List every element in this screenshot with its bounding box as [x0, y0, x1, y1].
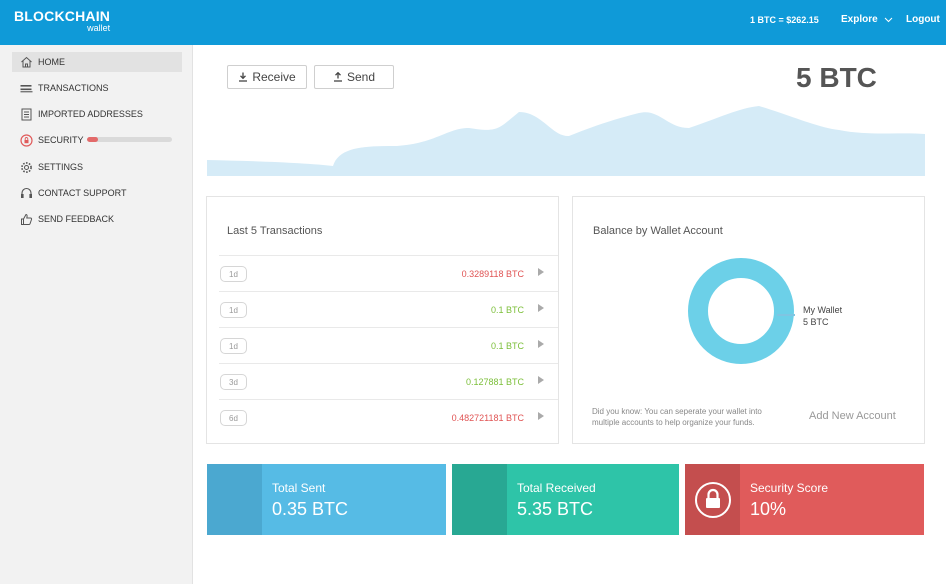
sidebar-item-send-feedback[interactable]: SEND FEEDBACK — [12, 209, 182, 229]
wallet-legend: My Wallet 5 BTC — [803, 304, 842, 328]
lock-icon — [695, 482, 731, 518]
sidebar-item-security[interactable]: SECURITY — [12, 130, 182, 150]
gear-icon — [18, 160, 34, 174]
sidebar-item-settings[interactable]: SETTINGS — [12, 157, 182, 177]
transaction-age-badge: 3d — [220, 374, 247, 390]
transactions-icon — [18, 81, 34, 95]
logo-subtext: wallet — [87, 23, 111, 33]
transaction-amount: 0.1 BTC — [490, 305, 524, 315]
receive-label: Receive — [252, 70, 296, 84]
add-new-account-link[interactable]: Add New Account — [809, 410, 896, 422]
download-icon — [239, 72, 248, 82]
play-arrow-icon[interactable] — [538, 340, 544, 348]
transaction-amount: 0.127881 BTC — [465, 377, 524, 387]
accounts-tip: Did you know: You can seperate your wall… — [592, 407, 762, 427]
logo-text: BLOCKCHAIN — [14, 8, 111, 24]
transaction-row[interactable]: 1d 0.1 BTC — [219, 291, 558, 327]
sidebar-item-transactions[interactable]: TRANSACTIONS — [12, 78, 182, 98]
sidebar-item-contact-support[interactable]: CONTACT SUPPORT — [12, 183, 182, 203]
send-label: Send — [346, 70, 376, 84]
thumbs-up-icon — [18, 212, 34, 226]
security-score-value: 10% — [750, 499, 787, 519]
total-sent-label: Total Sent — [272, 481, 326, 495]
transaction-amount: 0.3289118 BTC — [461, 269, 524, 279]
transaction-age-badge: 1d — [220, 302, 247, 318]
total-sent-tile: Total Sent 0.35 BTC — [207, 464, 446, 535]
total-sent-accent — [207, 464, 262, 535]
total-received-accent — [452, 464, 507, 535]
security-score-accent — [685, 464, 740, 535]
transaction-amount: 0.482721181 BTC — [451, 413, 524, 423]
legend-connector — [777, 314, 795, 316]
transaction-row[interactable]: 1d 0.1 BTC — [219, 327, 558, 363]
transaction-amount: 0.1 BTC — [490, 341, 524, 351]
sidebar-item-label: SEND FEEDBACK — [38, 214, 115, 224]
sidebar-item-label: IMPORTED ADDRESSES — [38, 109, 143, 119]
total-received-label: Total Received — [517, 481, 596, 495]
total-sent-value: 0.35 BTC — [272, 499, 349, 519]
btc-price: 1 BTC = $262.15 — [750, 15, 819, 25]
blockchain-logo[interactable]: BLOCKCHAIN wallet — [14, 8, 111, 34]
wallet-legend-name: My Wallet — [803, 305, 843, 315]
sidebar-item-label: HOME — [38, 57, 65, 67]
sidebar-item-label: TRANSACTIONS — [38, 83, 109, 93]
explore-menu[interactable]: Explore — [841, 14, 893, 25]
imported-addresses-icon — [18, 107, 34, 121]
home-icon — [18, 55, 34, 69]
play-arrow-icon[interactable] — [538, 412, 544, 420]
sidebar-item-label: SECURITY — [38, 135, 84, 145]
sidebar: HOME TRANSACTIONS IMPORTED ADDRESSES SEC… — [0, 45, 193, 584]
accounts-title: Balance by Wallet Account — [593, 225, 723, 237]
total-received-value: 5.35 BTC — [517, 499, 594, 519]
security-progress-bar — [87, 137, 172, 142]
transactions-title: Last 5 Transactions — [227, 225, 323, 237]
security-progress-fill — [87, 137, 99, 142]
sidebar-item-label: SETTINGS — [38, 162, 84, 172]
top-bar: BLOCKCHAIN wallet 1 BTC = $262.15 Explor… — [0, 0, 946, 45]
chevron-down-icon — [884, 17, 893, 22]
transaction-age-badge: 6d — [220, 410, 247, 426]
transaction-row[interactable]: 6d 0.482721181 BTC — [219, 399, 558, 435]
transaction-row[interactable]: 1d 0.3289118 BTC — [219, 255, 558, 291]
receive-button[interactable]: Receive — [227, 65, 307, 89]
play-arrow-icon[interactable] — [538, 376, 544, 384]
wallet-balance-donut — [688, 258, 794, 364]
balance-history-graph — [207, 106, 925, 176]
transaction-row[interactable]: 3d 0.127881 BTC — [219, 363, 558, 399]
play-arrow-icon[interactable] — [538, 268, 544, 276]
upload-icon — [333, 72, 342, 82]
security-score-tile: Security Score 10% — [685, 464, 924, 535]
sidebar-item-label: CONTACT SUPPORT — [38, 188, 127, 198]
send-button[interactable]: Send — [314, 65, 394, 89]
headphones-icon — [18, 186, 34, 200]
security-score-label: Security Score — [750, 481, 829, 495]
transactions-panel: Last 5 Transactions 1d 0.3289118 BTC 1d … — [206, 196, 559, 444]
explore-label: Explore — [841, 14, 878, 25]
total-received-tile: Total Received 5.35 BTC — [452, 464, 679, 535]
lock-icon — [18, 133, 34, 147]
play-arrow-icon[interactable] — [538, 304, 544, 312]
transaction-age-badge: 1d — [220, 266, 247, 282]
wallet-legend-balance: 5 BTC — [803, 317, 829, 327]
sidebar-item-imported-addresses[interactable]: IMPORTED ADDRESSES — [12, 104, 182, 124]
transaction-age-badge: 1d — [220, 338, 247, 354]
total-balance: 5 BTC — [796, 62, 877, 93]
logout-button[interactable]: Logout — [906, 14, 940, 25]
sidebar-item-home[interactable]: HOME — [12, 52, 182, 72]
